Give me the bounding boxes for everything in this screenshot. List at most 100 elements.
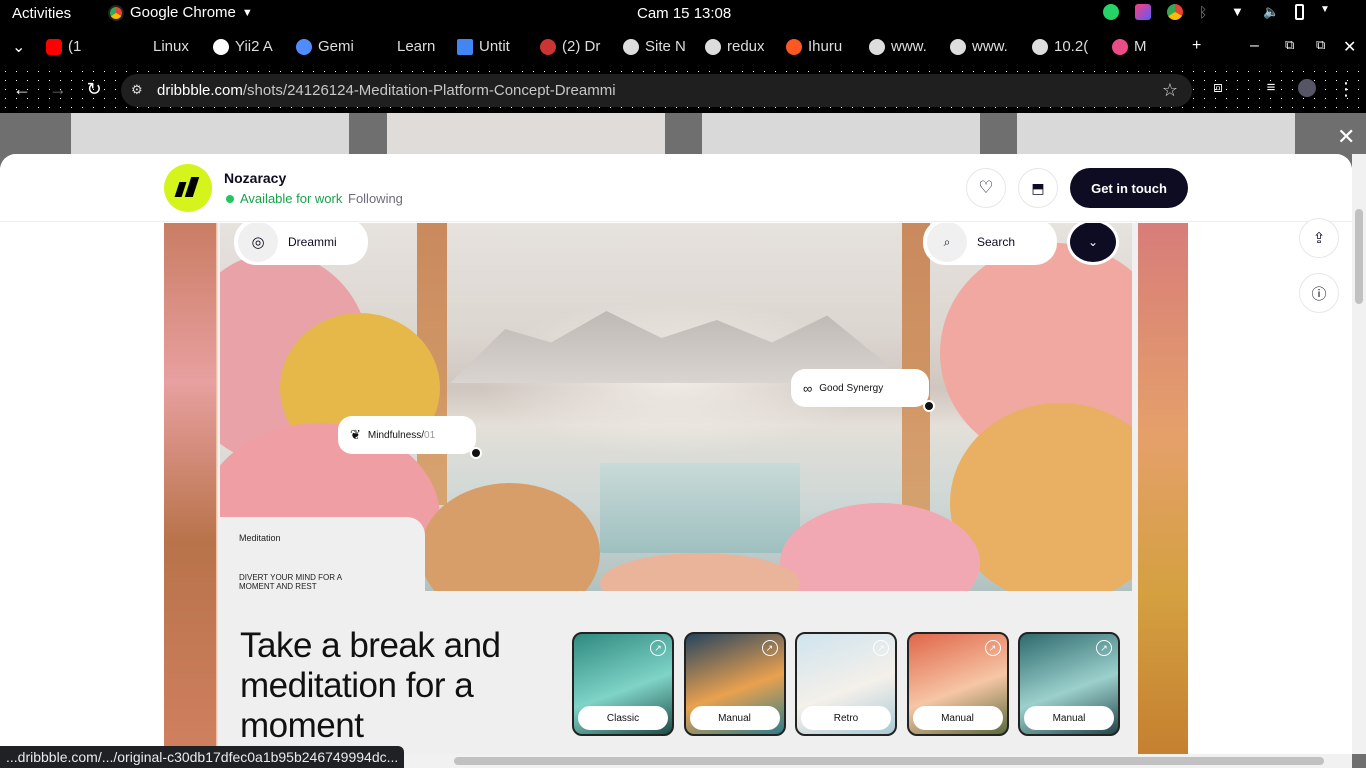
foreground-bush xyxy=(600,553,800,591)
back-icon[interactable]: ← xyxy=(11,79,33,100)
vertical-scrollbar[interactable] xyxy=(1352,154,1366,754)
url-text[interactable]: dribbble.com/shots/24126124-Meditation-P… xyxy=(157,82,616,99)
bookmark-star-icon[interactable]: ☆ xyxy=(1162,80,1178,101)
designer-avatar[interactable] xyxy=(164,164,212,212)
chrome-tray-icon[interactable] xyxy=(1167,4,1183,20)
address-bar[interactable]: ⚙ dribbble.com/shots/24126124-Meditation… xyxy=(121,74,1192,107)
tab-label: Yii2 A xyxy=(235,38,273,55)
tab-label: redux xyxy=(727,38,765,55)
tab-label: (2) Dr xyxy=(562,38,601,55)
vertical-scroll-thumb[interactable] xyxy=(1355,209,1363,304)
designer-name[interactable]: Nozaracy xyxy=(224,170,286,186)
navigation-bar: ← → ↻ ⚙ dribbble.com/shots/24126124-Medi… xyxy=(0,67,1366,113)
reading-list-icon[interactable]: ≡ xyxy=(1260,79,1282,96)
page-icon xyxy=(131,38,147,55)
info-button[interactable]: ⓘ xyxy=(1299,273,1339,313)
wifi-icon[interactable]: ▼ xyxy=(1231,4,1247,20)
extensions-icon[interactable]: ⧈ xyxy=(1207,79,1229,96)
mode-card-label[interactable]: Classic xyxy=(578,706,668,730)
tab-label: Untit xyxy=(479,38,510,55)
browser-tab[interactable]: Linux xyxy=(131,38,199,55)
content-panel: Take a break and meditation for a moment… xyxy=(220,591,1132,754)
mode-card[interactable]: ↗ Manual xyxy=(1018,632,1120,736)
tab-strip: ⌄ (1 Linux Yii2 A Gemi Learn Untit (2) Dr Site … xyxy=(0,27,1366,67)
arrow-up-right-icon[interactable]: ↗ xyxy=(873,640,889,656)
browser-tab[interactable]: Gemi xyxy=(296,38,364,55)
infinity-icon: ∞ xyxy=(803,380,813,396)
share-button[interactable]: ⇪ xyxy=(1299,218,1339,258)
shot-right-edge xyxy=(1138,223,1188,754)
background-shot-thumbnail xyxy=(702,113,980,154)
whatsapp-icon[interactable] xyxy=(1103,4,1119,20)
browser-tab[interactable]: www. xyxy=(869,38,937,55)
activities-button[interactable]: Activities xyxy=(12,5,71,22)
globe-icon: ◎ xyxy=(238,223,278,262)
clock[interactable]: Cam 15 13:08 xyxy=(637,5,731,22)
heart-icon: ♡ xyxy=(978,178,994,197)
mode-card[interactable]: ↗ Manual xyxy=(906,632,1009,736)
browser-tab[interactable]: Untit xyxy=(457,38,525,55)
background-shot-thumbnail xyxy=(71,113,349,154)
save-button[interactable]: ⬒ xyxy=(1018,168,1058,208)
search-pill[interactable]: ⌕ Search xyxy=(923,223,1057,265)
mode-card[interactable]: ↗ Retro xyxy=(795,632,897,736)
bluetooth-icon[interactable]: ᛒ xyxy=(1199,4,1215,20)
horizontal-scroll-thumb[interactable] xyxy=(454,757,1324,765)
following-button[interactable]: Following xyxy=(348,191,403,206)
restore-icon[interactable]: ⧉ xyxy=(1285,37,1294,53)
mode-card-label[interactable]: Manual xyxy=(912,706,1003,730)
tab-label: Linux xyxy=(153,38,189,55)
tag-anchor-dot xyxy=(470,447,482,459)
browser-tab[interactable]: Ihuru xyxy=(786,38,854,55)
get-in-touch-button[interactable]: Get in touch xyxy=(1070,168,1188,208)
close-modal-icon[interactable]: ✕ xyxy=(1337,124,1355,150)
good-synergy-tag[interactable]: ∞ Good Synergy xyxy=(791,369,929,407)
forward-icon[interactable]: → xyxy=(47,79,69,100)
available-dot-icon xyxy=(226,194,234,203)
arrow-up-right-icon[interactable]: ↗ xyxy=(984,640,1001,656)
browser-tab[interactable]: www. xyxy=(950,38,1018,55)
arrow-up-right-icon[interactable]: ↗ xyxy=(650,640,666,656)
browser-tab[interactable]: M xyxy=(1112,38,1162,55)
browser-tab[interactable]: (2) Dr xyxy=(540,38,608,55)
tab-search-icon[interactable]: ⌄ xyxy=(12,37,25,57)
profile-avatar[interactable] xyxy=(1296,79,1318,102)
reload-icon[interactable]: ↻ xyxy=(83,79,105,100)
app-tray-icon[interactable] xyxy=(1135,4,1151,20)
app-name: Google Chrome xyxy=(130,4,236,21)
shot-header: Nozaracy Available for work Following ♡ … xyxy=(0,154,1352,222)
app-menu[interactable]: Google Chrome ▼ xyxy=(108,4,253,21)
globe-icon xyxy=(705,38,721,55)
share-icon: ⇪ xyxy=(1312,230,1326,247)
battery-icon[interactable] xyxy=(1295,4,1304,20)
volume-icon[interactable]: 🔈 xyxy=(1263,4,1279,20)
arrow-up-right-icon[interactable]: ↗ xyxy=(1096,640,1112,656)
brand-pill[interactable]: ◎ Dreammi xyxy=(234,223,368,265)
restore-icon-2[interactable]: ⧉ xyxy=(1316,37,1325,53)
browser-tab[interactable]: redux xyxy=(705,38,773,55)
mindfulness-tag[interactable]: ❦ Mindfulness/01 xyxy=(338,416,476,454)
tab-label: 10.2( xyxy=(1054,38,1089,55)
tab-label: (1 xyxy=(68,38,82,55)
close-window-icon[interactable]: ✕ xyxy=(1343,37,1356,57)
section-label: Meditation xyxy=(239,533,281,543)
mode-card[interactable]: ↗ Classic xyxy=(572,632,674,736)
mode-card-label[interactable]: Retro xyxy=(801,706,891,730)
tab-label: Learn xyxy=(397,38,436,55)
browser-tab[interactable]: Yii2 A xyxy=(213,38,281,55)
arrow-up-right-icon[interactable]: ↗ xyxy=(761,640,778,656)
system-menu-caret-icon[interactable]: ▼ xyxy=(1320,4,1336,20)
browser-tab[interactable]: Learn xyxy=(375,38,443,55)
mode-card-label[interactable]: Manual xyxy=(689,706,780,730)
system-tray[interactable]: ᛒ ▼ 🔈 ▼ xyxy=(1103,4,1336,20)
browser-tab[interactable]: 10.2( xyxy=(1032,38,1100,55)
mode-card[interactable]: ↗ Manual xyxy=(683,632,786,736)
like-button[interactable]: ♡ xyxy=(966,168,1006,208)
browser-tab[interactable]: (1 xyxy=(46,38,114,55)
browser-tab[interactable]: Site N xyxy=(623,38,691,55)
new-tab-icon[interactable]: + xyxy=(1192,37,1201,55)
site-info-icon[interactable]: ⚙ xyxy=(131,82,147,98)
minimize-icon[interactable]: – xyxy=(1250,37,1259,55)
mode-card-label[interactable]: Manual xyxy=(1024,706,1114,730)
chrome-menu-icon[interactable]: ⋮ xyxy=(1335,79,1357,100)
